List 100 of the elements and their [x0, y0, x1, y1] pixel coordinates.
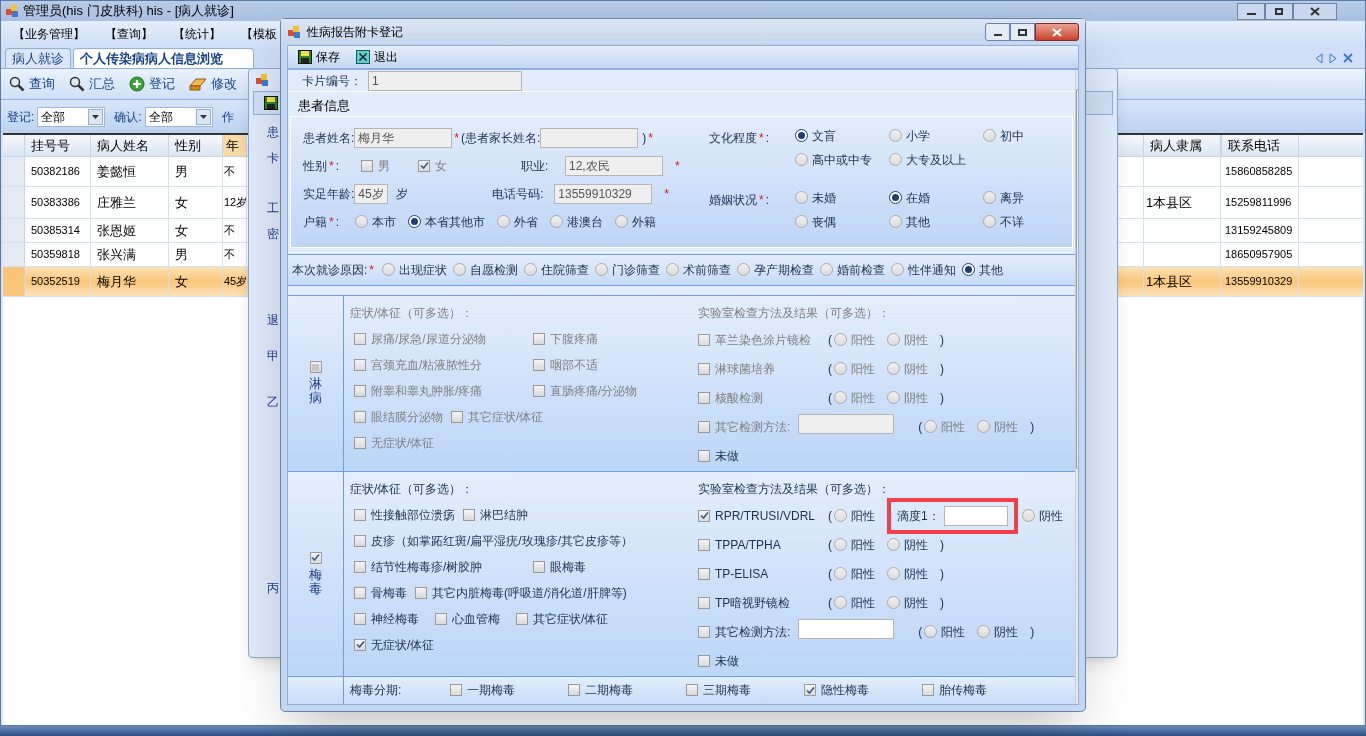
radio-option[interactable]: 孕产期检查 [737, 260, 814, 279]
checkbox-option[interactable]: 一期梅毒 [450, 681, 568, 700]
input-field[interactable] [540, 127, 639, 148]
radio-option[interactable]: 阴性 [1021, 506, 1063, 525]
radio-option[interactable]: 其他 [889, 212, 983, 231]
right-arrow-icon[interactable] [1329, 53, 1337, 64]
radio-option[interactable]: 丧偶 [795, 212, 889, 231]
input-field[interactable]: 13559910329 [554, 183, 653, 204]
checkbox-option[interactable]: 隐性梅毒 [804, 681, 922, 700]
checkbox-option[interactable]: 其它症状/体征 [516, 609, 609, 628]
radio-option[interactable]: 阴性 [887, 564, 928, 583]
radio-option[interactable]: 在婚 [889, 188, 983, 207]
checkbox-option[interactable]: 未做 [698, 446, 828, 465]
radio-option[interactable]: 其他 [962, 260, 1003, 279]
radio-option[interactable]: 阴性 [887, 593, 928, 612]
radio-option[interactable]: 港澳台 [550, 212, 603, 231]
checkbox-option[interactable]: 二期梅毒 [568, 681, 686, 700]
checkbox-option[interactable]: 淋巴结肿 [463, 505, 528, 524]
radio-option[interactable]: 文盲 [795, 126, 889, 145]
radio-option[interactable]: 外省 [497, 212, 538, 231]
column-header[interactable]: 联系电话 [1221, 135, 1299, 156]
input-field[interactable] [943, 505, 1008, 526]
checkbox-option[interactable]: 结节性梅毒疹/树胶肿 [354, 557, 529, 576]
column-header[interactable]: 年 [223, 135, 247, 156]
toolbar-button[interactable]: 登记 [129, 74, 175, 94]
checkbox-option[interactable]: 胎传梅毒 [922, 681, 1040, 700]
radio-option[interactable]: 婚前检查 [820, 260, 885, 279]
close-icon[interactable] [1343, 53, 1353, 63]
menu-item[interactable]: 【统计】 [173, 25, 221, 43]
radio-option[interactable]: 本省其他市 [408, 212, 485, 231]
restore-button[interactable] [1265, 2, 1293, 20]
radio-option[interactable]: 阳性 [834, 330, 875, 349]
tab[interactable]: 病人就诊 [5, 48, 71, 68]
menu-item[interactable]: 【模板 [241, 25, 277, 43]
maximize-button[interactable] [1010, 23, 1035, 41]
radio-option[interactable]: 小学 [889, 126, 983, 145]
radio-option[interactable]: 术前筛查 [666, 260, 731, 279]
radio-option[interactable]: 阳性 [834, 593, 875, 612]
disease-checkbox[interactable] [309, 551, 322, 564]
menu-item[interactable]: 【业务管理】 [13, 25, 85, 43]
table-cell: 50359818 [25, 243, 91, 266]
checkbox-option[interactable]: 皮疹（如掌跖红斑/扁平湿疣/玫瑰疹/其它皮疹等） [354, 531, 633, 550]
radio-option[interactable]: 阳性 [834, 535, 875, 554]
radio-option[interactable]: 本市 [355, 212, 396, 231]
radio-option[interactable]: 外籍 [615, 212, 656, 231]
radio-option[interactable]: 阳性 [834, 506, 875, 525]
tab[interactable]: 个人传染病病人信息浏览 [73, 48, 254, 68]
menu-item[interactable]: 【查询】 [105, 25, 153, 43]
close-button[interactable] [1293, 2, 1337, 20]
left-arrow-icon[interactable] [1315, 53, 1323, 64]
column-header[interactable]: 挂号号 [25, 135, 91, 156]
checkbox-option[interactable]: 心血管梅 [435, 609, 500, 628]
checkbox-option[interactable]: TP暗视野镜检 [698, 593, 828, 612]
dropdown[interactable]: 全部 [144, 106, 213, 127]
input-field[interactable]: 45岁 [354, 183, 389, 204]
input-field[interactable]: 1 [368, 70, 522, 91]
checkbox-option[interactable]: 眼梅毒 [533, 557, 586, 576]
radio-option[interactable]: 离异 [983, 188, 1063, 207]
input-field[interactable] [798, 619, 895, 640]
checkbox-option[interactable]: 未做 [698, 651, 828, 670]
disease-checkbox[interactable] [309, 361, 322, 374]
checkbox-option[interactable]: RPR/TRUSI/VDRL [698, 506, 828, 525]
radio-option[interactable]: 高中或中专 [795, 150, 889, 169]
radio-option[interactable]: 门诊筛查 [595, 260, 660, 279]
input-field[interactable]: 梅月华 [354, 127, 453, 148]
radio-option[interactable]: 不详 [983, 212, 1063, 231]
toolbar-button[interactable]: 汇总 [69, 74, 115, 94]
checkbox-option[interactable]: 三期梅毒 [686, 681, 804, 700]
minimize-button[interactable] [1237, 2, 1265, 20]
column-header[interactable]: 病人隶属 [1143, 135, 1221, 156]
checkbox-option[interactable]: 其它内脏梅毒(呼吸道/消化道/肝脾等) [415, 583, 627, 602]
radio-option[interactable]: 阳性 [834, 564, 875, 583]
checkbox-option[interactable]: 无症状/体征 [354, 635, 435, 654]
radio-option[interactable]: 性伴通知 [891, 260, 956, 279]
radio-option[interactable]: 初中 [983, 126, 1063, 145]
input-field[interactable]: 12,农民 [565, 155, 663, 176]
column-header[interactable]: 病人姓名 [91, 135, 169, 156]
checkbox-option[interactable]: 神经梅毒 [354, 609, 419, 628]
checkbox-option[interactable]: TPPA/TPHA [698, 535, 828, 554]
toolbar-button[interactable]: 保存 [298, 48, 340, 66]
checkbox-option[interactable]: 其它检测方法: [698, 622, 791, 641]
checkbox-option[interactable]: TP-ELISA [698, 564, 828, 583]
close-button[interactable] [1035, 23, 1079, 41]
radio-option[interactable]: 出现症状 [382, 260, 447, 279]
toolbar-button[interactable]: 修改 [189, 74, 237, 94]
checkbox-option[interactable]: 性接触部位溃疡 [354, 505, 455, 524]
dropdown[interactable]: 全部 [37, 106, 106, 127]
disease-name: 淋病 [309, 377, 322, 406]
radio-option[interactable]: 阳性 [924, 622, 966, 641]
input-field[interactable] [798, 414, 895, 435]
toolbar-button[interactable]: 退出 [356, 48, 398, 66]
radio-option[interactable]: 大专及以上 [889, 150, 983, 169]
radio-option[interactable]: 阴性 [887, 535, 928, 554]
radio-option[interactable]: 阴性 [977, 622, 1019, 641]
radio-option[interactable]: 住院筛查 [524, 260, 589, 279]
radio-option[interactable]: 自愿检测 [453, 260, 518, 279]
toolbar-button[interactable]: 查询 [9, 74, 55, 94]
radio-option[interactable]: 未婚 [795, 188, 889, 207]
checkbox-option[interactable]: 骨梅毒 [354, 583, 407, 602]
minimize-button[interactable] [985, 23, 1010, 41]
